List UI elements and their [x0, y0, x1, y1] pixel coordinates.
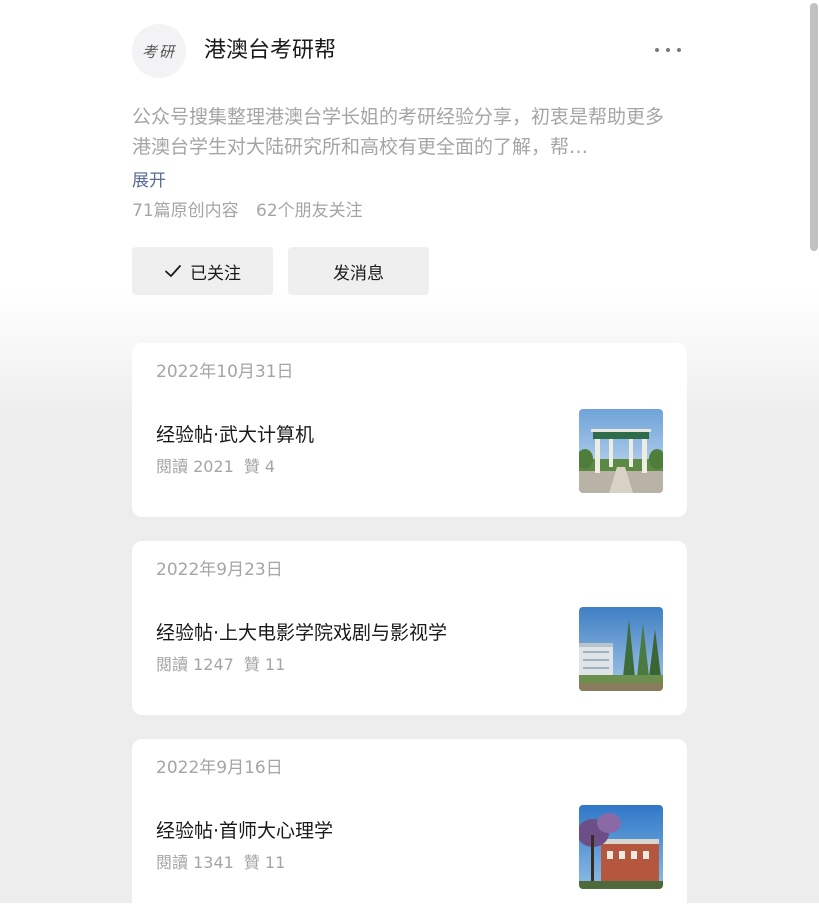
campus-building-blossom-image[interactable] [579, 805, 663, 889]
avatar[interactable]: 考研 [132, 24, 186, 78]
followed-button-label: 已关注 [190, 263, 241, 284]
original-count[interactable]: 71篇原创内容 [132, 201, 239, 221]
read-count: 閱讀 1341 [156, 853, 234, 872]
followed-button[interactable]: 已关注 [132, 247, 273, 295]
article-meta: 閱讀 1247 贊 11 [156, 653, 285, 677]
article-date: 2022年10月31日 [156, 362, 294, 382]
campus-building-trees-image[interactable] [579, 607, 663, 691]
account-stats: 71篇原创内容 62个朋友关注 [132, 198, 363, 224]
checkmark-icon [165, 265, 181, 277]
send-message-button-label: 发消息 [333, 263, 384, 284]
read-count: 閱讀 2021 [156, 457, 234, 476]
article-title[interactable]: 经验帖·上大电影学院戏剧与影视学 [156, 619, 447, 647]
account-description: 公众号搜集整理港澳台学长姐的考研经验分享，初衷是帮助更多港澳台学生对大陆研究所和… [132, 106, 665, 158]
scrollbar-thumb[interactable] [810, 3, 818, 251]
read-count: 閱讀 1247 [156, 655, 234, 674]
expand-link[interactable]: 展开 [132, 168, 166, 194]
like-count: 贊 11 [243, 853, 286, 872]
article-card[interactable]: 2022年9月23日 经验帖·上大电影学院戏剧与影视学 閱讀 1247 贊 11 [132, 541, 687, 715]
avatar-label: 考研 [141, 42, 176, 61]
more-options-icon[interactable] [655, 42, 681, 58]
article-title[interactable]: 经验帖·武大计算机 [156, 421, 314, 449]
send-message-button[interactable]: 发消息 [288, 247, 429, 295]
friends-following[interactable]: 62个朋友关注 [256, 201, 363, 221]
article-date: 2022年9月16日 [156, 758, 283, 778]
university-gate-image[interactable] [579, 409, 663, 493]
article-card[interactable]: 2022年9月16日 经验帖·首师大心理学 閱讀 1341 贊 11 [132, 739, 687, 913]
account-name: 港澳台考研帮 [204, 38, 337, 63]
article-meta: 閱讀 1341 贊 11 [156, 851, 285, 875]
article-card[interactable]: 2022年10月31日 经验帖·武大计算机 閱讀 2021 贊 4 [132, 343, 687, 517]
like-count: 贊 4 [243, 457, 276, 476]
article-title[interactable]: 经验帖·首师大心理学 [156, 817, 333, 845]
vertical-scrollbar[interactable] [806, 0, 819, 903]
like-count: 贊 11 [243, 655, 286, 674]
profile-header: 考研 港澳台考研帮 [132, 24, 687, 78]
article-date: 2022年9月23日 [156, 560, 283, 580]
article-meta: 閱讀 2021 贊 4 [156, 455, 275, 479]
